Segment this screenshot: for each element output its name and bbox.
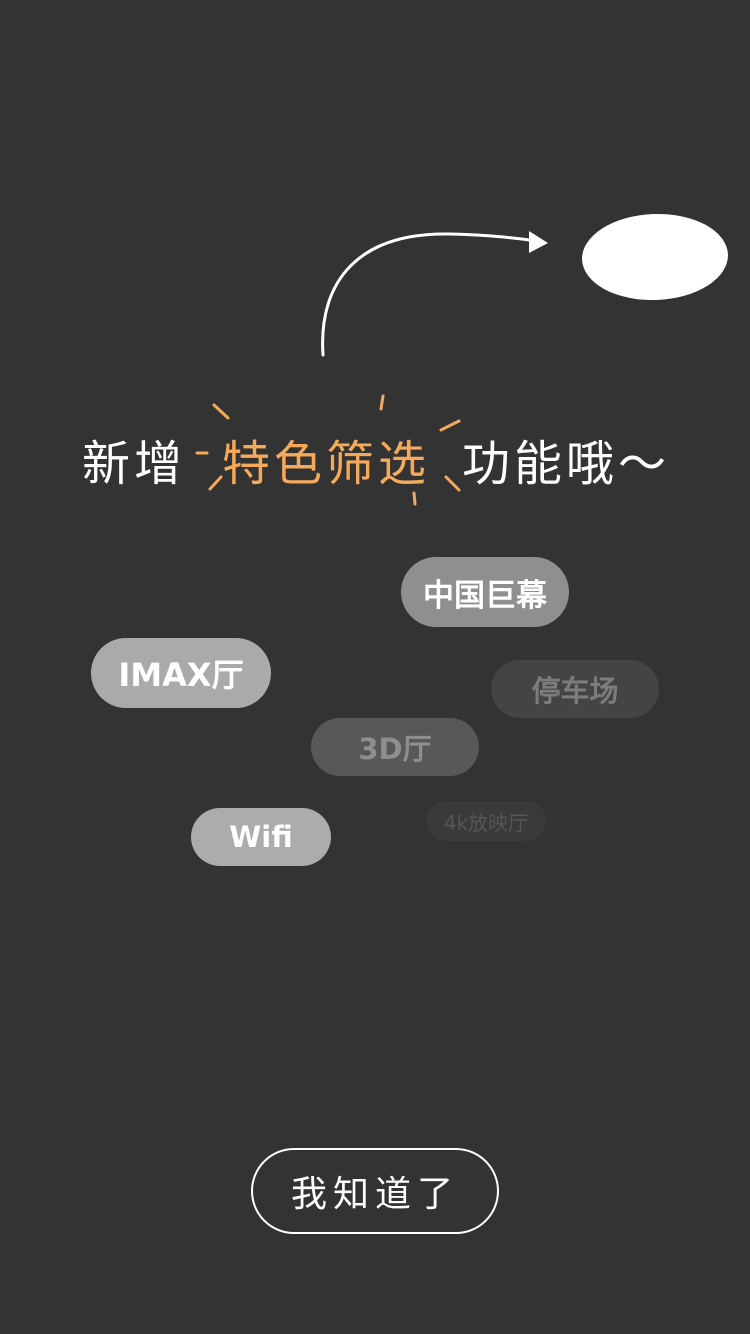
guide-headline: 新增 特色筛选 功能哦～ — [0, 418, 750, 492]
headline-suffix: 功能哦～ — [462, 436, 671, 492]
headline-feature-name: 特色筛选 — [222, 436, 431, 492]
tag-4k-hall: 4k放映厅 — [426, 801, 546, 841]
headline-prefix: 新增 — [82, 436, 187, 492]
tag-wifi: Wifi — [191, 808, 331, 866]
got-it-button[interactable]: 我知道了 — [251, 1148, 499, 1234]
tag-imax-hall: IMAX厅 — [91, 638, 271, 708]
tag-parking: 停车场 — [491, 660, 659, 718]
tag-3d-hall: 3D厅 — [311, 718, 479, 776]
tag-china-giant-screen: 中国巨幕 — [401, 557, 569, 627]
